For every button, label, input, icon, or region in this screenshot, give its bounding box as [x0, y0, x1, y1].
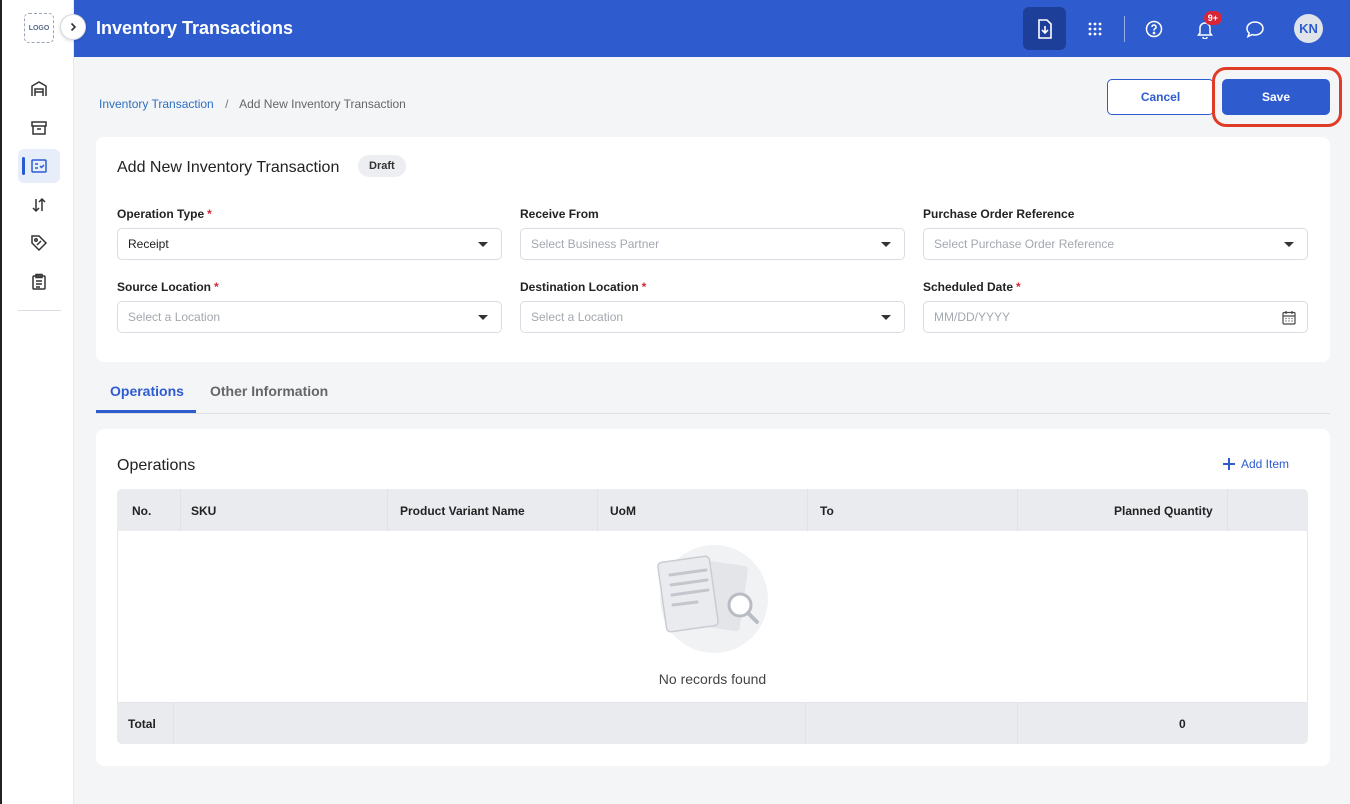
warehouse-icon: [31, 81, 47, 96]
column-divider: [387, 489, 388, 531]
apps-grid-button[interactable]: [1073, 7, 1116, 50]
column-header-planned-quantity: Planned Quantity: [1114, 504, 1213, 518]
calendar-icon[interactable]: [1282, 310, 1296, 325]
scheduled-date-input[interactable]: MM/DD/YYYY: [923, 301, 1308, 333]
sidebar-divider: [18, 310, 61, 311]
table-body: No records found: [117, 531, 1308, 703]
sidebar-item-tags[interactable]: [18, 226, 60, 260]
column-divider: [805, 703, 806, 744]
operation-type-select[interactable]: Receipt: [117, 228, 502, 260]
chat-icon: [1245, 20, 1264, 38]
top-bar: Inventory Transactions 9+ KN: [74, 0, 1350, 57]
add-item-label: Add Item: [1241, 457, 1290, 471]
chevron-down-icon: [1284, 242, 1294, 247]
table-footer: Total 0: [117, 703, 1308, 744]
destination-location-placeholder: Select a Location: [531, 310, 624, 324]
download-button[interactable]: [1023, 7, 1066, 50]
chevron-right-icon: [70, 22, 77, 32]
sidebar-item-adjustments[interactable]: [18, 188, 60, 222]
column-divider: [597, 489, 598, 531]
avatar[interactable]: KN: [1294, 14, 1323, 43]
chevron-down-icon: [478, 315, 488, 320]
column-divider: [1017, 489, 1018, 531]
tab-operations[interactable]: Operations: [110, 383, 184, 399]
sidebar-nav: [18, 72, 62, 303]
sidebar-item-archive[interactable]: [18, 111, 60, 145]
operations-card: Operations Add Item No. SKU Product Vari…: [96, 429, 1330, 766]
breadcrumb-parent-link[interactable]: Inventory Transaction: [99, 97, 214, 111]
source-location-placeholder: Select a Location: [128, 310, 221, 324]
chevron-down-icon: [478, 242, 488, 247]
apps-grid-icon: [1088, 22, 1101, 35]
column-header-no: No.: [132, 504, 152, 518]
operations-title: Operations: [117, 457, 196, 474]
operation-type-label: Operation Type *: [117, 207, 212, 221]
notifications-button[interactable]: 9+: [1183, 7, 1226, 50]
column-header-sku: SKU: [191, 504, 217, 518]
save-button[interactable]: Save: [1222, 79, 1330, 115]
help-button[interactable]: [1132, 7, 1175, 50]
column-divider: [173, 703, 174, 744]
status-badge: Draft: [358, 155, 406, 177]
po-reference-label: Purchase Order Reference: [923, 207, 1075, 221]
empty-state-text: No records found: [658, 671, 767, 687]
scheduled-date-placeholder: MM/DD/YYYY: [934, 310, 1011, 324]
expand-sidebar-button[interactable]: [60, 14, 86, 40]
logo[interactable]: LOGO: [24, 13, 54, 43]
receive-from-placeholder: Select Business Partner: [531, 237, 660, 251]
po-reference-placeholder: Select Purchase Order Reference: [934, 237, 1115, 251]
total-value: 0: [1179, 717, 1186, 731]
sidebar-item-warehouse[interactable]: [18, 72, 60, 106]
help-icon: [1145, 20, 1162, 37]
transaction-form-card: Add New Inventory Transaction Draft Oper…: [96, 137, 1330, 362]
breadcrumb-current: Add New Inventory Transaction: [239, 97, 406, 111]
destination-location-label: Destination Location *: [520, 280, 647, 294]
download-icon: [1037, 18, 1052, 39]
plus-icon: [1223, 458, 1235, 470]
column-divider: [1017, 703, 1018, 744]
source-location-label: Source Location *: [117, 280, 219, 294]
destination-location-select[interactable]: Select a Location: [520, 301, 905, 333]
total-label: Total: [128, 717, 156, 731]
empty-state-illustration: [657, 545, 768, 653]
app-title: Inventory Transactions: [96, 18, 294, 38]
po-reference-select[interactable]: Select Purchase Order Reference: [923, 228, 1308, 260]
tab-other-information[interactable]: Other Information: [210, 383, 328, 399]
active-tab-indicator: [96, 410, 196, 413]
chevron-down-icon: [881, 315, 891, 320]
column-header-uom: UoM: [610, 504, 636, 518]
table-header: No. SKU Product Variant Name UoM To Plan…: [117, 489, 1308, 531]
sort-arrows-icon: [32, 197, 46, 212]
cancel-button[interactable]: Cancel: [1107, 79, 1214, 115]
column-divider: [1227, 489, 1228, 531]
column-divider: [807, 489, 808, 531]
scheduled-date-label: Scheduled Date *: [923, 280, 1021, 294]
operations-table: No. SKU Product Variant Name UoM To Plan…: [117, 489, 1308, 744]
chat-button[interactable]: [1233, 7, 1276, 50]
tab-bar: Operations Other Information: [96, 370, 1330, 414]
clipboard-icon: [32, 273, 46, 290]
topbar-divider: [1124, 16, 1125, 42]
operation-type-value: Receipt: [128, 237, 169, 251]
form-title: Add New Inventory Transaction: [117, 159, 340, 176]
receive-from-label: Receive From: [520, 207, 599, 221]
add-item-button[interactable]: Add Item: [1223, 457, 1289, 471]
breadcrumb: Inventory Transaction / Add New Inventor…: [99, 97, 406, 111]
notification-badge: 9+: [1203, 11, 1222, 25]
column-header-product-variant-name: Product Variant Name: [400, 504, 525, 518]
sidebar-item-inventory[interactable]: [18, 149, 60, 183]
sidebar: LOGO: [0, 0, 74, 804]
archive-icon: [31, 120, 47, 135]
inventory-checklist-icon: [31, 159, 47, 173]
receive-from-select[interactable]: Select Business Partner: [520, 228, 905, 260]
tag-icon: [31, 235, 48, 252]
source-location-select[interactable]: Select a Location: [117, 301, 502, 333]
breadcrumb-separator: /: [225, 97, 229, 111]
column-header-to: To: [820, 504, 834, 518]
column-divider: [180, 489, 181, 531]
chevron-down-icon: [881, 242, 891, 247]
sidebar-item-reports[interactable]: [18, 265, 60, 299]
